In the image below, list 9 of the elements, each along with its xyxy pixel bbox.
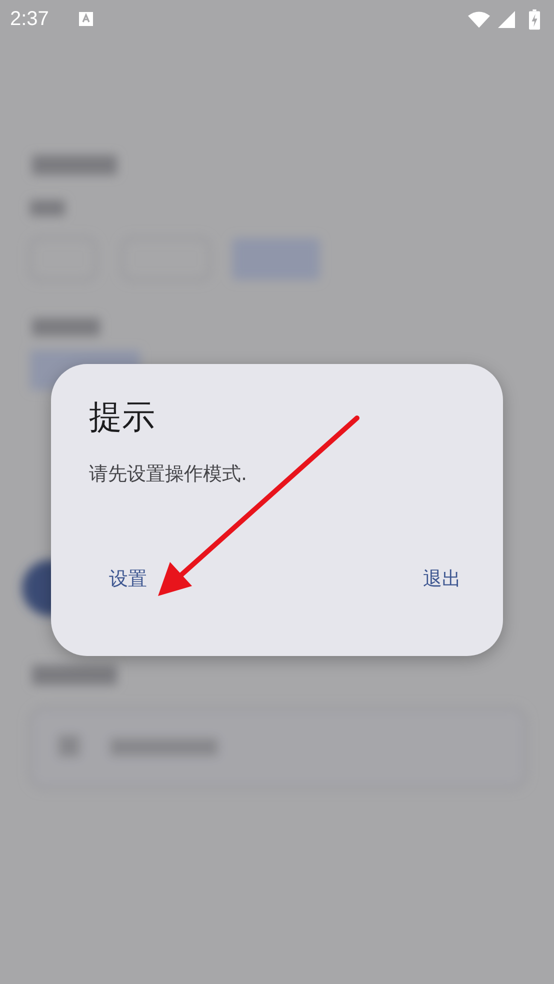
battery-charging-icon (529, 8, 540, 30)
keyboard-notification-icon (78, 12, 93, 26)
signal-icon (498, 10, 515, 28)
dialog-button[interactable]: 设置 (103, 562, 153, 596)
dialog-message: 请先设置操作模式. (89, 462, 248, 487)
dialog-button[interactable]: 退出 (417, 562, 467, 596)
status-time: 2:37 (10, 8, 49, 30)
dialog-title: 提示 (89, 396, 156, 438)
wifi-icon (468, 10, 490, 28)
